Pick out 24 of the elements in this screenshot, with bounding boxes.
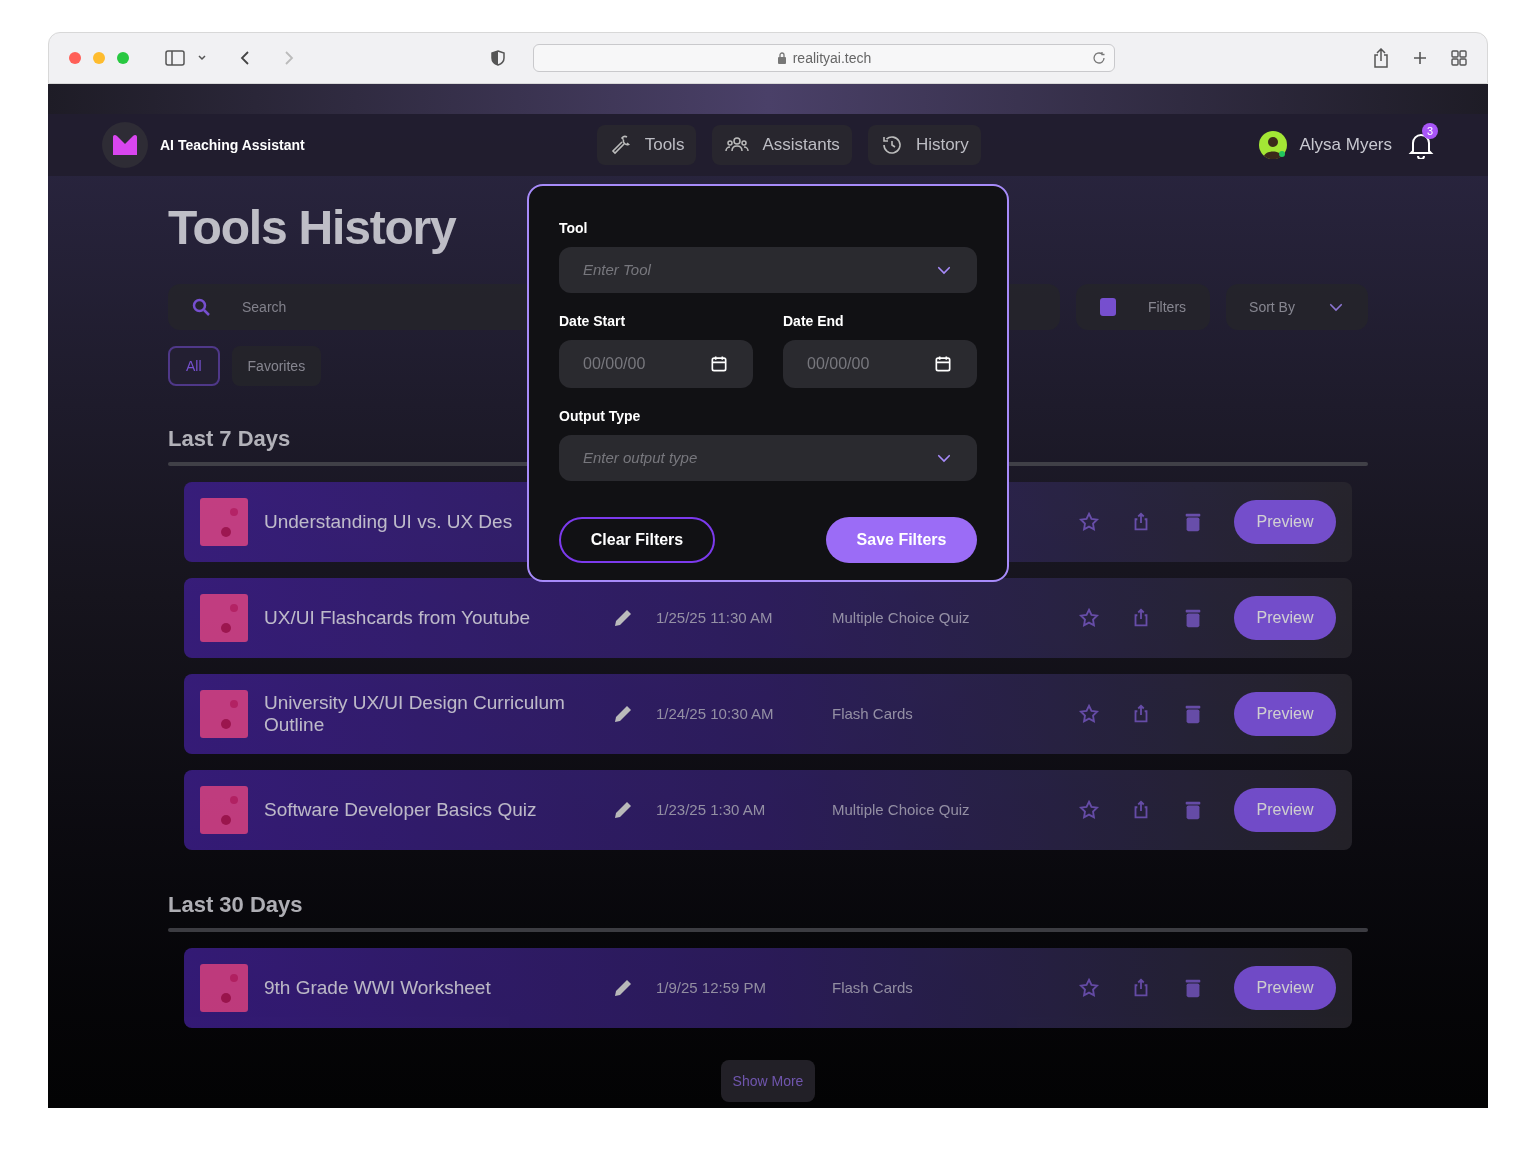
section-heading: Last 7 Days — [168, 428, 292, 450]
row-output-type: Multiple Choice Quiz — [832, 607, 970, 628]
row-title: 9th Grade WWI Worksheet — [264, 977, 492, 999]
app-name: AI Teaching Assistant — [160, 135, 305, 155]
field-label: Date Start — [559, 312, 627, 331]
row-output-type: Multiple Choice Quiz — [832, 799, 970, 820]
page-title: Tools History — [168, 204, 456, 252]
notification-badge: 3 — [1422, 123, 1438, 139]
row-date: 1/9/25 12:59 PM — [656, 977, 768, 998]
row-date: 1/25/25 11:30 AM — [656, 607, 774, 628]
row-date: 1/23/25 1:30 AM — [656, 799, 767, 820]
row-title: UX/UI Flashcards from Youtube — [264, 607, 532, 629]
field-label: Tool — [559, 219, 589, 238]
row-output-type: Flash Cards — [832, 977, 913, 998]
row-title: Software Developer Basics Quiz — [264, 799, 538, 821]
row-title: University UX/UI Design Curriculum Outline — [264, 692, 566, 736]
row-output-type: Flash Cards — [832, 703, 913, 724]
url-text: realityai.tech — [792, 48, 872, 68]
user-name: Alysa Myers — [1299, 134, 1392, 157]
field-label: Date End — [783, 312, 845, 331]
row-title: Understanding UI vs. UX Des — [264, 511, 514, 533]
row-date: 1/24/25 10:30 AM — [656, 703, 775, 724]
section-heading: Last 30 Days — [168, 894, 304, 916]
field-label: Output Type — [559, 407, 642, 426]
